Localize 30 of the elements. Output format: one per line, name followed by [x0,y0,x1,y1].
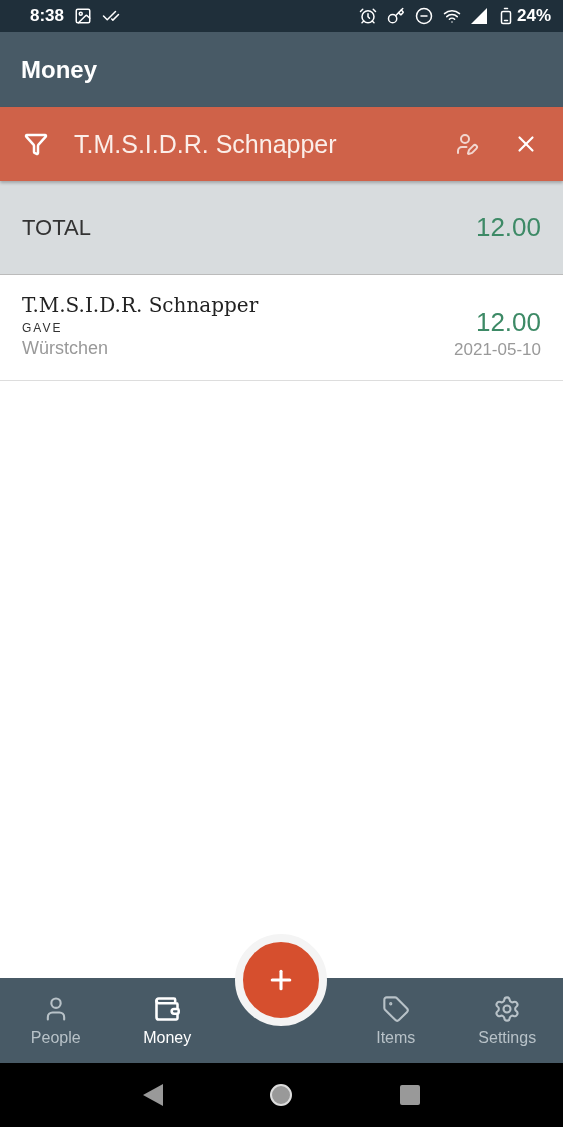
wifi-icon [442,7,461,25]
image-icon [74,7,93,25]
wallet-icon [153,994,182,1023]
key-icon [386,7,405,25]
clock-time: 8:38 [30,6,65,26]
home-icon[interactable] [269,1083,294,1107]
battery-percentage: 24% [516,6,551,26]
transaction-type: GAVE [22,321,63,335]
nav-tab[interactable]: Settings [451,978,563,1063]
filter-icon [24,132,48,156]
total-label: TOTAL [22,214,91,241]
filter-person-name: T.M.S.I.D.R. Schnapper [74,129,338,159]
signal-icon [470,8,487,24]
nav-tab[interactable]: Money [111,978,223,1063]
do-not-disturb-icon [414,7,433,25]
settings-icon [493,994,522,1023]
total-amount: 12.00 [475,212,541,243]
transaction-row[interactable]: T.M.S.I.D.R. Schnapper GAVE Würstchen 12.00 2021-05-10 [0,275,563,381]
alarm-icon [358,7,377,25]
recents-icon[interactable] [399,1085,420,1105]
item-name: Würstchen [22,338,109,359]
nav-tab[interactable]: People [0,978,112,1063]
back-icon[interactable] [143,1084,164,1106]
nav-tab[interactable]: Items [340,978,452,1063]
transaction-amount: 12.00 [475,307,541,338]
transaction-date: 2021-05-10 [454,340,541,360]
edit-person-icon [455,132,479,156]
person-name: T.M.S.I.D.R. Schnapper [22,293,259,317]
app-title: Money [21,55,97,84]
tag-icon [381,994,410,1023]
